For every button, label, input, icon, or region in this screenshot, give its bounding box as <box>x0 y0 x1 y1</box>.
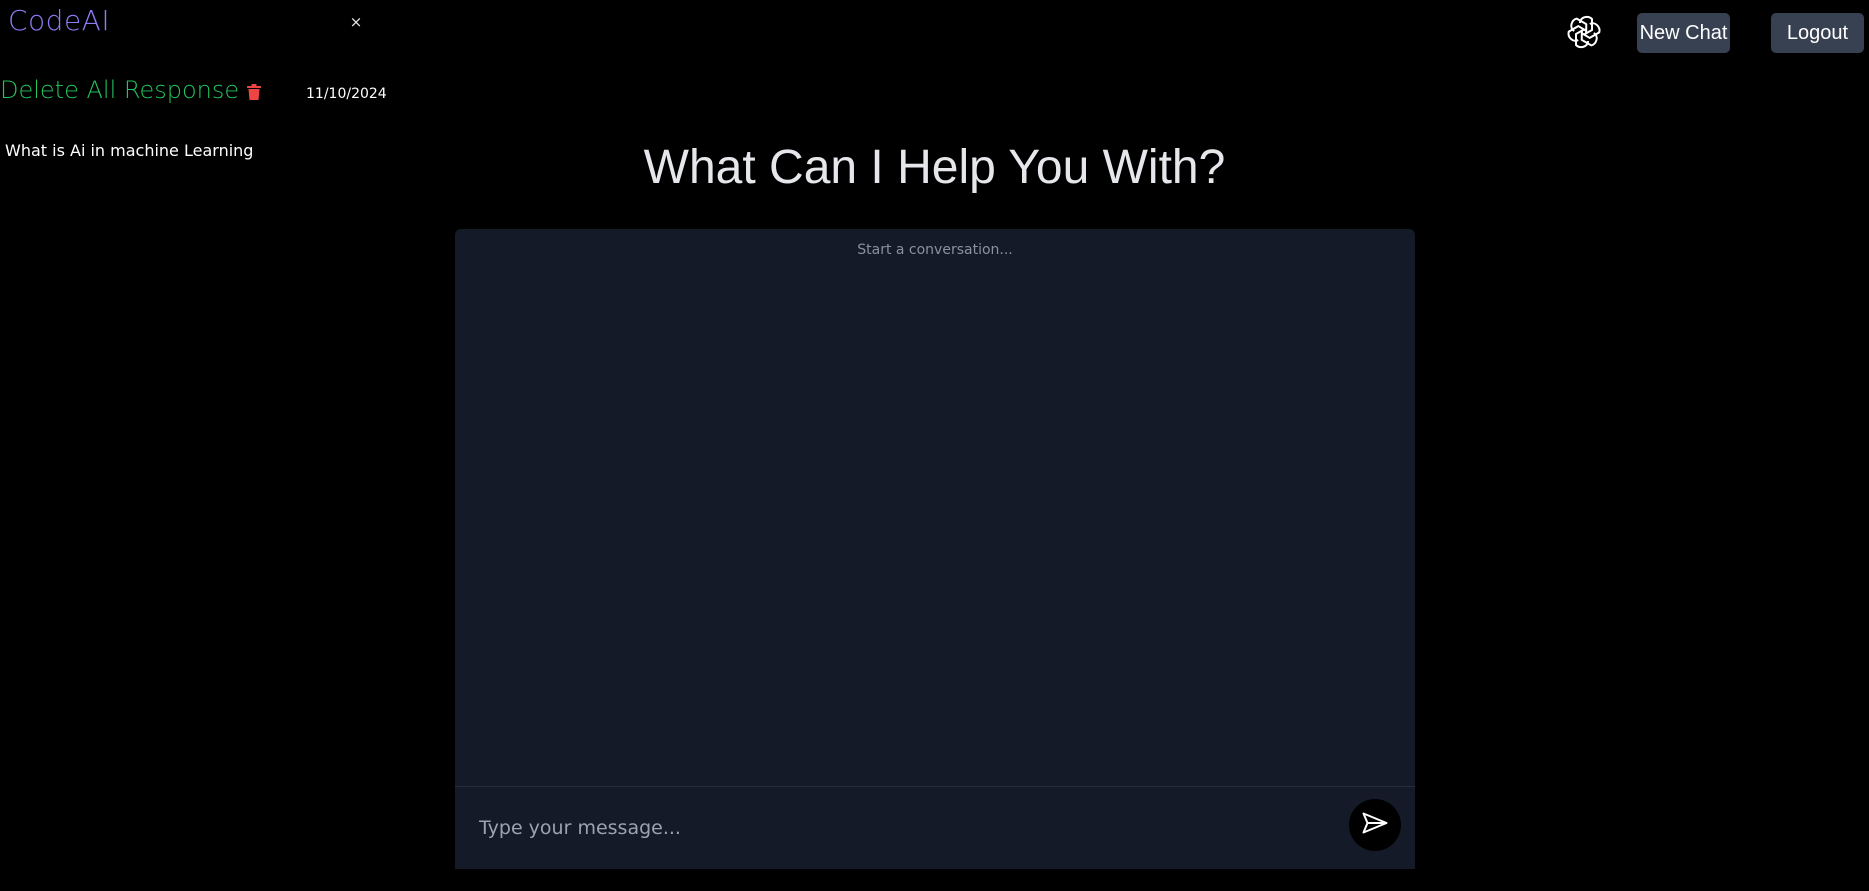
chat-panel: Start a conversation... <box>455 229 1415 869</box>
message-input[interactable] <box>477 805 1341 851</box>
send-button[interactable] <box>1349 799 1401 851</box>
new-chat-button[interactable]: New Chat <box>1637 13 1730 53</box>
brand-logo-text[interactable]: CodeAI <box>8 4 110 37</box>
openai-logo-icon <box>1565 13 1603 51</box>
empty-state-text: Start a conversation... <box>857 242 1013 258</box>
logout-button[interactable]: Logout <box>1771 13 1864 53</box>
send-icon <box>1362 812 1388 838</box>
trash-icon[interactable] <box>247 84 261 100</box>
delete-all-button[interactable]: Delete All Response <box>0 76 239 104</box>
message-composer <box>455 786 1415 869</box>
close-sidebar-button[interactable]: × <box>348 12 364 32</box>
page-title: What Can I Help You With? <box>643 141 1226 194</box>
history-date: 11/10/2024 <box>306 86 387 102</box>
